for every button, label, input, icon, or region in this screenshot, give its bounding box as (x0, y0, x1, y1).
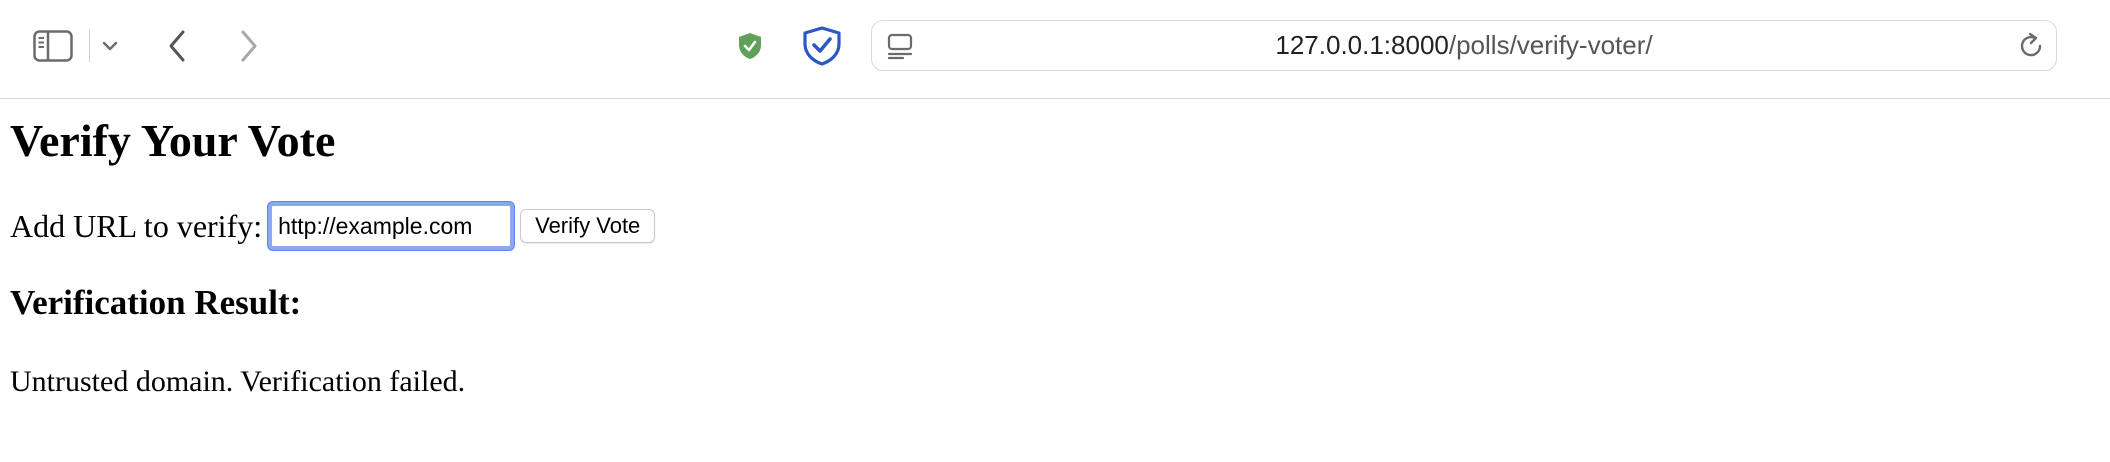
page-title: Verify Your Vote (10, 115, 336, 166)
url-text[interactable]: 127.0.0.1:8000/polls/verify-voter/ (932, 21, 1996, 69)
address-bar[interactable]: 127.0.0.1:8000/polls/verify-voter/ (871, 20, 2057, 71)
url-input[interactable] (268, 202, 515, 250)
chevron-right-icon[interactable] (234, 26, 264, 66)
chevron-left-icon[interactable] (162, 26, 192, 66)
url-path: /polls/verify-voter/ (1448, 30, 1653, 60)
browser-toolbar: 127.0.0.1:8000/polls/verify-voter/ (0, 0, 2110, 99)
result-message: Untrusted domain. Verification failed. (10, 365, 466, 398)
verify-vote-button[interactable]: Verify Vote (520, 209, 656, 243)
green-shield-icon[interactable] (734, 30, 766, 62)
blue-shield-check-icon[interactable] (800, 24, 844, 68)
page-menu-icon[interactable] (886, 32, 914, 60)
toolbar-divider (89, 30, 90, 62)
verify-form: Add URL to verify: Verify Vote (10, 202, 656, 250)
url-field-label: Add URL to verify: (10, 208, 263, 244)
reload-icon[interactable] (2016, 31, 2046, 61)
sidebar-icon[interactable] (30, 26, 76, 66)
url-host: 127.0.0.1:8000 (1275, 30, 1449, 60)
result-heading: Verification Result: (10, 283, 302, 322)
page-content: Verify Your Vote Add URL to verify: Veri… (0, 99, 2110, 462)
chevron-down-icon[interactable] (98, 32, 122, 60)
